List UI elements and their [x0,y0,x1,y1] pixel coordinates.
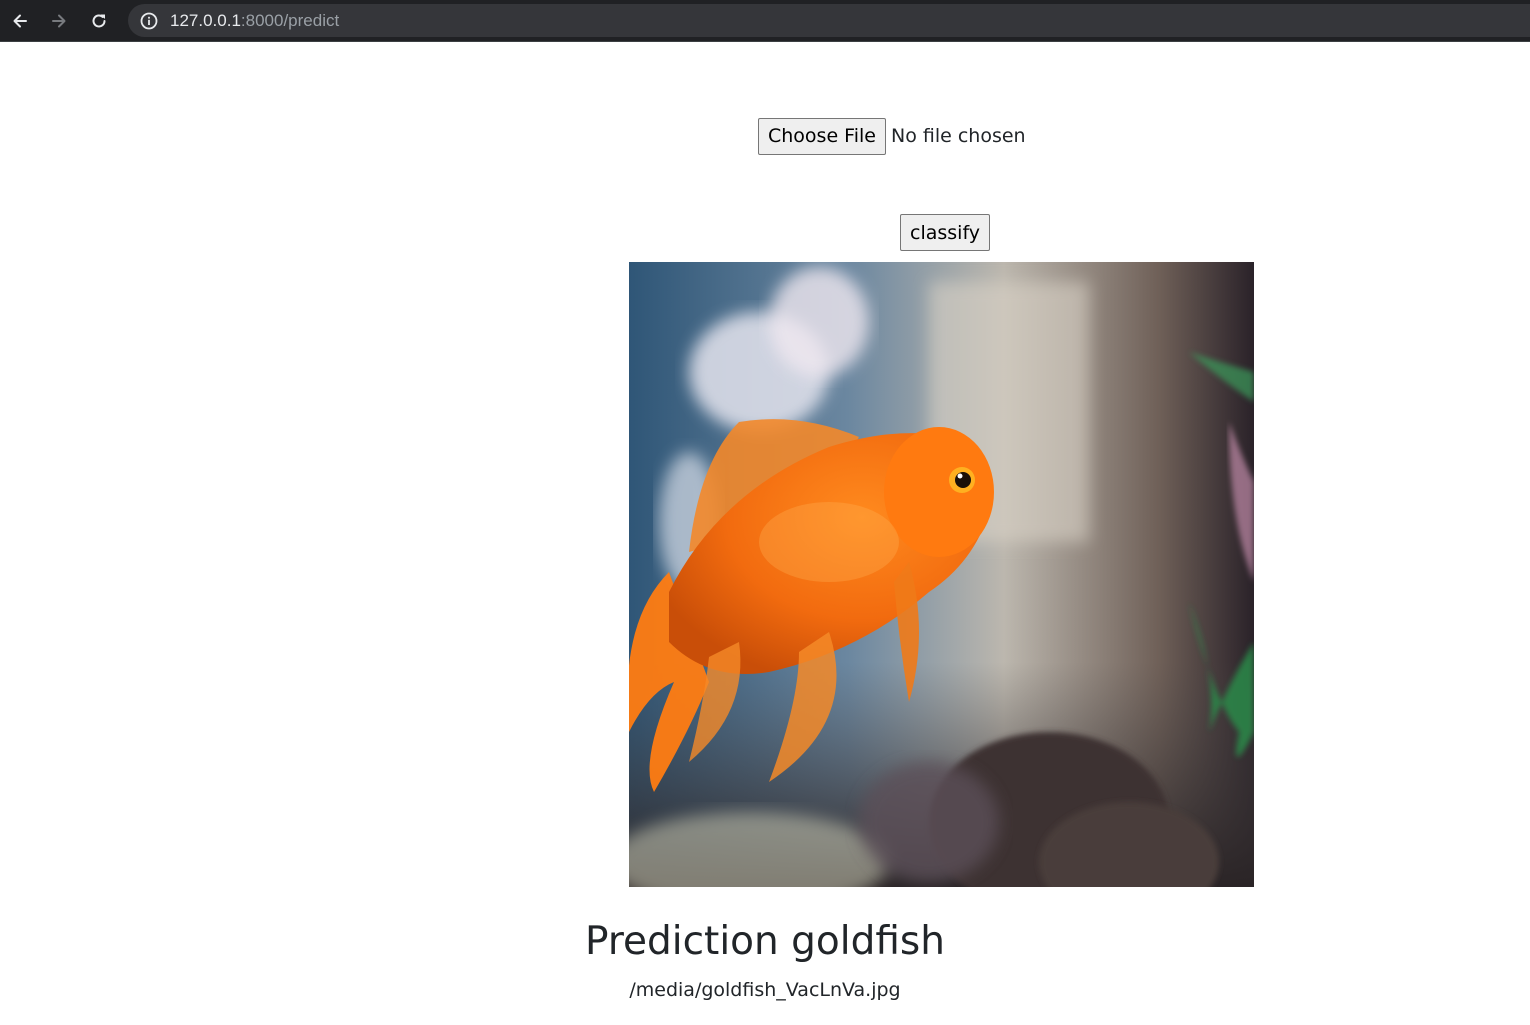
info-icon[interactable] [139,11,159,31]
back-button[interactable] [6,7,34,35]
address-bar[interactable]: 127.0.0.1:8000/predict [128,4,1530,37]
media-path: /media/goldfish_VacLnVa.jpg [629,979,901,1001]
arrow-left-icon [13,14,27,28]
page-content: Choose File No file chosen classify Pred… [0,43,1530,1025]
url-text: 127.0.0.1:8000/predict [170,11,339,31]
uploaded-image [629,262,1254,887]
choose-file-button[interactable]: Choose File [758,117,886,155]
reload-button[interactable] [85,7,113,35]
classify-button[interactable]: classify [900,214,991,251]
browser-toolbar: 127.0.0.1:8000/predict [0,0,1530,42]
forward-button[interactable] [45,7,73,35]
arrow-right-icon [52,14,66,28]
prediction-result: Prediction goldfish [585,919,945,964]
url-path: :8000/predict [240,11,340,30]
file-status: No file chosen [890,125,1026,147]
url-host: 127.0.0.1 [170,11,241,30]
file-input[interactable]: Choose File No file chosen [758,117,1026,155]
goldfish-image [629,262,1254,887]
reload-icon [92,14,106,28]
